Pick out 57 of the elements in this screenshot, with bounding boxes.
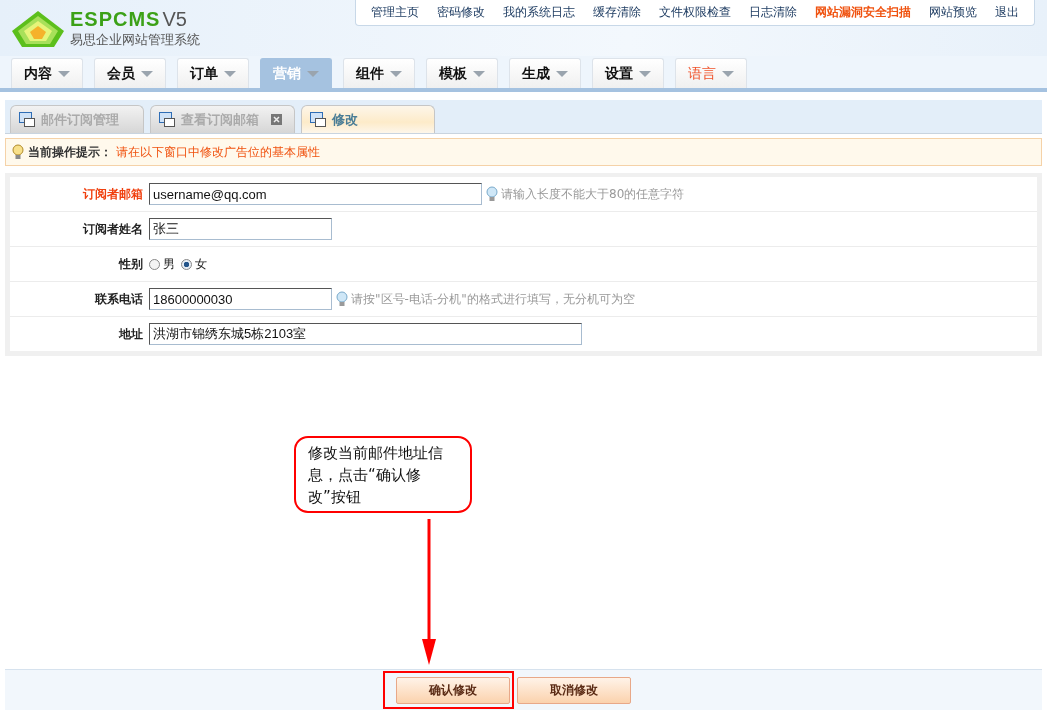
top-link[interactable]: 退出 — [986, 4, 1028, 21]
text-field[interactable]: 张三 — [149, 218, 332, 240]
nav-tab[interactable]: 生成 — [509, 58, 581, 88]
text-field[interactable]: 洪湖市锦绣东城5栋2103室 — [149, 323, 582, 345]
window-icon — [19, 112, 35, 127]
logo-version: V5 — [162, 8, 187, 31]
lightbulb-icon — [336, 291, 348, 307]
caret-icon — [639, 70, 651, 77]
nav-tab[interactable]: 设置 — [592, 58, 664, 88]
caret-icon — [556, 70, 568, 77]
field-label: 联系电话 — [93, 290, 144, 308]
caret-icon — [390, 70, 402, 77]
top-link[interactable]: 我的系统日志 — [494, 4, 584, 21]
confirm-button[interactable]: 确认修改 — [396, 677, 510, 704]
nav-tab[interactable]: 订单 — [177, 58, 249, 88]
top-link[interactable]: 网站预览 — [920, 4, 986, 21]
nav-tab[interactable]: 会员 — [94, 58, 166, 88]
logo-icon — [10, 9, 66, 49]
field-hint: 请输入长度不能大于80的任意字符 — [501, 185, 685, 203]
window-icon — [310, 112, 326, 127]
radio-button[interactable] — [181, 258, 192, 270]
top-link[interactable]: 缓存清除 — [584, 4, 650, 21]
radio-label: 男 — [163, 255, 175, 273]
text-field[interactable]: username@qq.com — [149, 183, 482, 205]
nav-tab[interactable]: 组件 — [343, 58, 415, 88]
nav-tab[interactable]: 内容 — [11, 58, 83, 88]
hint-label: 当前操作提示： — [28, 143, 112, 161]
hint-text: 请在以下窗口中修改广告位的基本属性 — [116, 143, 320, 161]
top-link[interactable]: 文件权限检查 — [650, 4, 740, 21]
field-label: 性别 — [117, 255, 144, 273]
radio-label: 女 — [195, 255, 207, 273]
text-field[interactable]: 18600000030 — [149, 288, 332, 310]
logo-brand: ESPCMS — [70, 7, 161, 31]
nav-tab[interactable]: 模板 — [426, 58, 498, 88]
caret-icon — [307, 70, 319, 77]
top-link[interactable]: 密码修改 — [428, 4, 494, 21]
cancel-button[interactable]: 取消修改 — [517, 676, 631, 704]
logo-subtitle: 易思企业网站管理系统 — [70, 31, 200, 49]
lightbulb-icon — [486, 186, 498, 202]
field-label: 地址 — [117, 325, 144, 343]
caret-icon — [224, 70, 236, 77]
radio-button[interactable] — [149, 258, 160, 270]
caret-icon — [722, 70, 734, 77]
window-icon — [159, 112, 175, 127]
field-label: 订阅者姓名 — [81, 220, 144, 238]
caret-icon — [141, 70, 153, 77]
top-link[interactable]: 管理主页 — [362, 4, 428, 21]
field-hint: 请按"区号-电话-分机"的格式进行填写，无分机可为空 — [351, 290, 635, 308]
close-icon[interactable] — [271, 114, 282, 125]
callout-bubble: 修改当前邮件地址信息，点击“确认修改”按钮 — [294, 436, 472, 513]
top-link[interactable]: 网站漏洞安全扫描 — [806, 4, 920, 21]
field-label: 订阅者邮箱 — [81, 185, 144, 203]
top-link[interactable]: 日志清除 — [740, 4, 806, 21]
lightbulb-icon — [12, 144, 24, 160]
caret-icon — [58, 70, 70, 77]
caret-icon — [473, 70, 485, 77]
sub-tab[interactable]: 修改 — [301, 105, 435, 133]
